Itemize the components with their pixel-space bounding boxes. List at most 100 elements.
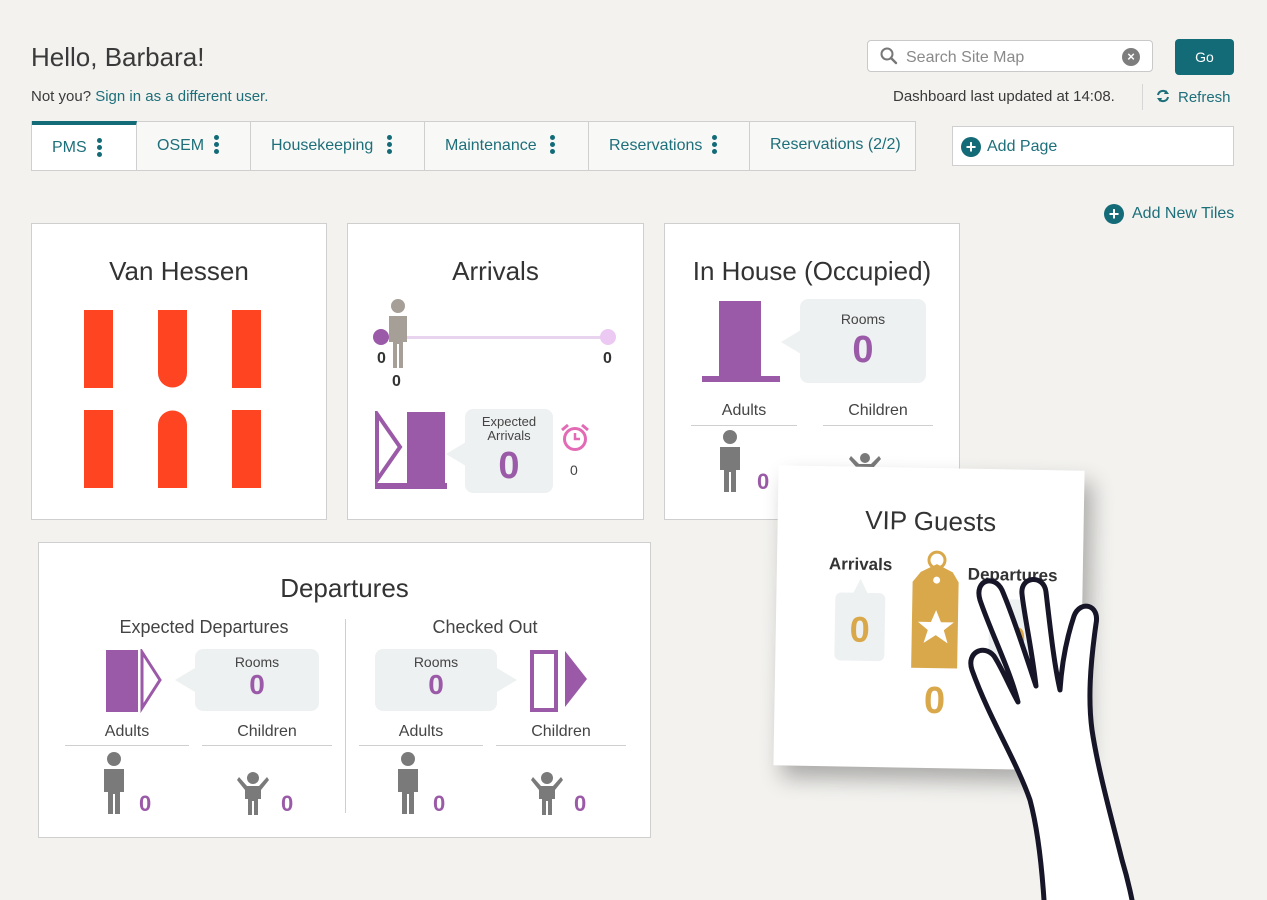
dashboard-tabs: PMS OSEM Housekeeping Maintenance Reserv…	[31, 121, 916, 171]
adults-value: 0	[757, 469, 770, 494]
tab-label: OSEM	[157, 137, 205, 154]
tab-label: PMS	[52, 138, 87, 156]
refresh-button[interactable]: Refresh	[1156, 89, 1231, 106]
divider	[691, 425, 797, 426]
slider-start-value: 0	[377, 350, 386, 367]
not-you-line: Not you? Sign in as a different user.	[31, 88, 268, 105]
progress-end-dot	[600, 329, 616, 345]
alarm-count: 0	[570, 462, 578, 478]
tab-pms[interactable]: PMS	[32, 121, 137, 170]
adult-icon	[720, 430, 740, 492]
checked-out-heading: Checked Out	[432, 617, 538, 637]
adults-label: Adults	[721, 402, 767, 419]
children-value: 0	[281, 791, 294, 816]
expected-arrivals-bubble: Expected Arrivals 0	[465, 409, 553, 493]
arrivals-tile[interactable]: Arrivals 0 0 0 Expected Arrivals 0 0	[347, 223, 644, 520]
search-icon	[880, 47, 898, 65]
tile-title: In House (Occupied)	[692, 256, 932, 286]
tab-menu-icon[interactable]	[214, 135, 219, 156]
site-map-search: ×	[867, 40, 1153, 72]
open-door-icon	[530, 650, 587, 712]
person-icon	[389, 299, 407, 368]
van-hessen-tile[interactable]: Van Hessen	[31, 223, 327, 520]
checked-out-rooms-bubble: Rooms 0	[375, 649, 497, 711]
adults-value: 0	[433, 791, 446, 816]
van-hessen-logo-icon	[84, 310, 261, 488]
child-icon	[531, 772, 563, 815]
children-label: Children	[237, 723, 297, 740]
expected-departures-heading: Expected Departures	[119, 617, 289, 637]
add-new-tiles-label: Add New Tiles	[1132, 205, 1235, 222]
add-page-button[interactable]: + Add Page	[952, 126, 1234, 166]
tab-housekeeping[interactable]: Housekeeping	[251, 122, 425, 170]
rooms-value: 0	[249, 669, 265, 700]
search-input[interactable]	[904, 45, 1108, 71]
expected-rooms-bubble: Rooms 0	[195, 649, 319, 711]
alarm-clock-icon	[561, 423, 589, 451]
tab-reservations-2[interactable]: Reservations (2/2)	[750, 122, 915, 170]
tile-title: Arrivals	[452, 256, 539, 286]
divider	[202, 745, 332, 746]
tab-reservations[interactable]: Reservations	[589, 122, 750, 170]
tab-label: Reservations	[609, 137, 703, 154]
rooms-label: Rooms	[234, 654, 280, 670]
bubble-pointer	[175, 668, 195, 692]
tile-title: VIP Guests	[864, 504, 997, 538]
go-button[interactable]: Go	[1175, 39, 1234, 75]
rooms-label: Rooms	[840, 311, 886, 327]
tab-menu-icon[interactable]	[712, 135, 717, 156]
adults-label: Adults	[104, 723, 150, 740]
tile-title: Departures	[280, 573, 409, 603]
bubble-pointer	[497, 668, 517, 692]
divider	[496, 745, 626, 746]
rooms-value: 0	[852, 329, 874, 371]
rooms-bubble: Rooms 0	[800, 299, 926, 383]
tile-title: Van Hessen	[109, 256, 249, 286]
sign-in-different-user-link[interactable]: Sign in as a different user.	[95, 88, 268, 105]
rooms-value: 0	[428, 669, 444, 700]
plus-circle-icon: +	[961, 137, 981, 157]
divider	[823, 425, 933, 426]
occupied-door-icon	[702, 301, 780, 382]
tab-menu-icon[interactable]	[97, 138, 102, 159]
greeting-heading: Hello, Barbara!	[31, 42, 205, 72]
clear-search-icon[interactable]: ×	[1122, 48, 1140, 66]
slider-end-value: 0	[603, 350, 612, 367]
tab-menu-icon[interactable]	[387, 135, 392, 156]
departures-tile[interactable]: Departures Expected Departures Rooms 0 A…	[38, 542, 651, 838]
tab-menu-icon[interactable]	[550, 135, 555, 156]
bubble-pointer	[446, 442, 466, 466]
section-divider	[345, 619, 346, 813]
tab-label: Housekeeping	[271, 137, 374, 154]
expected-arrivals-label: Expected Arrivals	[481, 414, 537, 443]
rooms-label: Rooms	[413, 654, 459, 670]
children-label: Children	[848, 402, 908, 419]
divider	[359, 745, 483, 746]
tab-label: Maintenance	[445, 137, 537, 154]
add-new-tiles-button[interactable]: + Add New Tiles	[1104, 204, 1234, 224]
adult-icon	[104, 752, 124, 814]
adult-icon	[398, 752, 418, 814]
divider	[65, 745, 189, 746]
tab-osem[interactable]: OSEM	[137, 122, 251, 170]
not-you-text: Not you?	[31, 88, 92, 105]
refresh-icon	[1157, 89, 1169, 103]
last-updated-text: Dashboard last updated at 14:08.	[893, 88, 1115, 105]
children-value: 0	[574, 791, 587, 816]
tab-maintenance[interactable]: Maintenance	[425, 122, 589, 170]
person-count: 0	[392, 373, 401, 390]
bubble-pointer	[781, 330, 801, 354]
arrival-door-icon	[375, 411, 447, 489]
adults-value: 0	[139, 791, 152, 816]
expected-arrivals-value: 0	[498, 445, 520, 487]
adults-label: Adults	[398, 723, 444, 740]
vip-arrivals-value: 0	[849, 608, 871, 650]
tab-label: Reservations (2/2)	[770, 136, 901, 153]
add-page-label: Add Page	[987, 138, 1058, 155]
refresh-label: Refresh	[1178, 89, 1231, 106]
arrivals-progress-track	[380, 336, 608, 339]
plus-circle-icon: +	[1104, 204, 1124, 224]
vip-arrivals-label: Arrivals	[828, 554, 893, 575]
header-divider	[1142, 84, 1143, 110]
hand-cursor-icon	[968, 577, 1135, 900]
